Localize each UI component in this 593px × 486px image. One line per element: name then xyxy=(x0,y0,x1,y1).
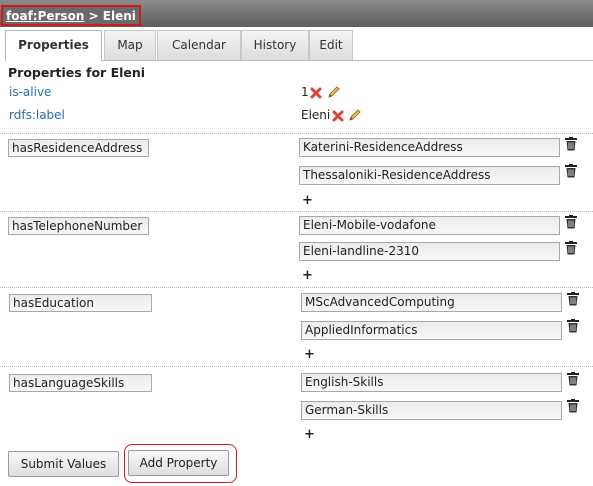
separator xyxy=(0,366,593,367)
submit-values-button[interactable]: Submit Values xyxy=(8,451,119,477)
property-field-has-telephone-number[interactable]: hasTelephoneNumber xyxy=(8,217,149,235)
trash-icon[interactable] xyxy=(567,372,579,386)
class-link[interactable]: foaf:Person xyxy=(6,9,84,23)
edit-pencil-icon[interactable] xyxy=(327,85,341,99)
trash-icon[interactable] xyxy=(567,399,579,413)
breadcrumb-separator: > xyxy=(84,9,103,23)
add-property-button[interactable]: Add Property xyxy=(128,450,229,476)
property-field-has-language-skills[interactable]: hasLanguageSkills xyxy=(9,374,152,392)
trash-icon[interactable] xyxy=(565,241,577,255)
separator xyxy=(0,287,593,288)
literal-name-is-alive[interactable]: is-alive xyxy=(9,83,51,101)
tab-calendar[interactable]: Calendar xyxy=(157,30,241,60)
value-field[interactable]: MScAdvancedComputing xyxy=(301,293,562,312)
trash-icon[interactable] xyxy=(567,319,579,333)
tab-bar: Properties Map Calendar History Edit xyxy=(5,30,593,61)
trash-icon[interactable] xyxy=(567,292,579,306)
add-value-button[interactable]: + xyxy=(302,269,313,282)
delete-x-icon[interactable] xyxy=(310,87,322,99)
value-field[interactable]: English-Skills xyxy=(301,373,562,392)
trash-icon[interactable] xyxy=(565,215,577,229)
separator xyxy=(0,211,593,212)
delete-x-icon[interactable] xyxy=(332,110,344,122)
separator xyxy=(0,133,593,134)
literal-name-rdfs-label[interactable]: rdfs:label xyxy=(9,106,65,124)
property-field-has-education[interactable]: hasEducation xyxy=(9,294,152,312)
trash-icon[interactable] xyxy=(565,164,577,178)
value-field[interactable]: Eleni-landline-2310 xyxy=(299,242,560,261)
add-value-button[interactable]: + xyxy=(304,428,315,441)
breadcrumb-title: foaf:Person > Eleni xyxy=(1,5,141,26)
tab-history[interactable]: History xyxy=(241,30,309,60)
panel-title: Properties for Eleni xyxy=(8,65,146,80)
value-field[interactable]: Thessaloniki-ResidenceAddress xyxy=(299,166,560,185)
resource-name: Eleni xyxy=(102,9,136,23)
title-bar: foaf:Person > Eleni xyxy=(0,0,593,27)
value-field[interactable]: German-Skills xyxy=(301,401,562,420)
tab-properties[interactable]: Properties xyxy=(5,30,102,61)
trash-icon[interactable] xyxy=(565,137,577,151)
literal-value: 1 xyxy=(301,85,309,99)
property-field-has-residence-address[interactable]: hasResidenceAddress xyxy=(8,139,149,157)
literal-value: Eleni xyxy=(301,108,331,122)
literal-row: is-alive 1 xyxy=(0,83,593,103)
edit-pencil-icon[interactable] xyxy=(348,108,362,122)
add-value-button[interactable]: + xyxy=(304,348,315,361)
value-field[interactable]: AppliedInformatics xyxy=(301,321,562,340)
add-value-button[interactable]: + xyxy=(302,194,313,207)
tab-edit[interactable]: Edit xyxy=(309,30,353,60)
value-field[interactable]: Eleni-Mobile-vodafone xyxy=(299,216,560,235)
tab-map[interactable]: Map xyxy=(104,30,156,60)
value-field[interactable]: Katerini-ResidenceAddress xyxy=(299,138,560,157)
literal-row: rdfs:label Eleni xyxy=(0,106,593,126)
